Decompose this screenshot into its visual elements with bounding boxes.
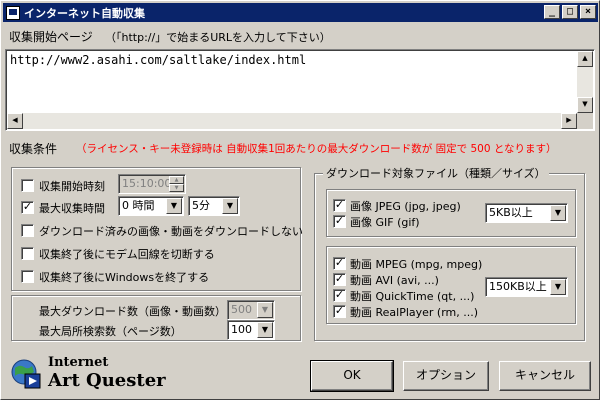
vertical-scrollbar[interactable]: ▲ ▼ <box>577 51 593 113</box>
spin-up-icon[interactable]: ▲ <box>169 176 184 184</box>
scroll-right-icon[interactable]: ▶ <box>561 113 577 129</box>
max-search-select[interactable]: 100 ▼ <box>227 320 275 340</box>
start-page-label: 収集開始ページ <box>9 30 93 44</box>
max-minutes-select[interactable]: 5分 ▼ <box>188 196 240 216</box>
cancel-button[interactable]: キャンセル <box>499 361 591 391</box>
url-textarea[interactable]: http://www2.asahi.com/saltlake/index.htm… <box>5 49 595 131</box>
quicktime-label: 動画 QuickTime (qt, ...) <box>350 290 475 303</box>
chevron-down-icon[interactable]: ▼ <box>257 302 273 318</box>
minimize-button[interactable]: _ <box>544 5 560 19</box>
ok-button[interactable]: OK <box>310 360 394 392</box>
skip-downloaded-checkbox[interactable] <box>21 224 34 237</box>
realplayer-checkbox[interactable]: ✓ <box>333 305 346 318</box>
start-time-value: 15:10:00 <box>122 177 172 190</box>
horizontal-scrollbar[interactable]: ◀ ▶ <box>7 113 577 129</box>
image-size-value: 5KB以上 <box>489 206 533 219</box>
realplayer-label: 動画 RealPlayer (rm, ...) <box>350 306 479 319</box>
skip-downloaded-label: ダウンロード済みの画像・動画をダウンロードしない <box>39 225 303 238</box>
scroll-down-icon[interactable]: ▼ <box>577 97 593 113</box>
window-title: インターネット自動収集 <box>24 6 145 20</box>
jpeg-checkbox[interactable]: ✓ <box>333 199 346 212</box>
file-types-label: ダウンロード対象ファイル（種類／サイズ） <box>323 165 549 181</box>
url-value[interactable]: http://www2.asahi.com/saltlake/index.htm… <box>10 53 306 67</box>
title-bar: インターネット自動収集 _ □ × <box>3 3 598 22</box>
conditions-label: 収集条件 <box>9 142 58 156</box>
close-button[interactable]: × <box>580 5 596 19</box>
chevron-down-icon[interactable]: ▼ <box>257 322 273 338</box>
gif-label: 画像 GIF (gif) <box>350 216 420 229</box>
chevron-down-icon[interactable]: ▼ <box>166 198 182 214</box>
avi-checkbox[interactable]: ✓ <box>333 273 346 286</box>
logo-line1: Internet <box>48 355 109 370</box>
options-button[interactable]: オプション <box>403 361 489 391</box>
max-time-label: 最大収集時間 <box>39 202 105 215</box>
start-time-spinner[interactable]: 15:10:00 ▲ ▼ <box>118 174 186 194</box>
max-download-select[interactable]: 500 ▼ <box>227 300 275 320</box>
gif-checkbox[interactable]: ✓ <box>333 215 346 228</box>
spin-down-icon[interactable]: ▼ <box>169 184 184 192</box>
max-search-value: 100 <box>231 323 252 336</box>
start-time-checkbox[interactable] <box>21 179 34 192</box>
start-page-hint: （「http://」で始まるURLを入力して下さい） <box>105 31 331 44</box>
scroll-up-icon[interactable]: ▲ <box>577 51 593 67</box>
mpeg-checkbox[interactable]: ✓ <box>333 257 346 270</box>
max-hours-value: 0 時間 <box>122 199 155 212</box>
shutdown-windows-checkbox[interactable] <box>21 270 34 283</box>
license-notice: （ライセンス・キー未登録時は 自動収集1回あたりの最大ダウンロード数が 固定で … <box>76 143 557 155</box>
image-size-select[interactable]: 5KB以上 ▼ <box>485 203 568 223</box>
jpeg-label: 画像 JPEG (jpg, jpeg) <box>350 200 461 213</box>
video-size-value: 150KB以上 <box>489 280 547 293</box>
max-download-label: 最大ダウンロード数（画像・動画数） <box>39 305 226 318</box>
avi-label: 動画 AVI (avi, ...) <box>350 274 439 287</box>
max-download-value: 500 <box>231 303 252 316</box>
main-window: インターネット自動収集 _ □ × 収集開始ページ （「http://」で始まる… <box>0 0 600 400</box>
chevron-down-icon[interactable]: ▼ <box>222 198 238 214</box>
scroll-left-icon[interactable]: ◀ <box>7 113 23 129</box>
disconnect-modem-label: 収集終了後にモデム回線を切断する <box>39 248 215 261</box>
art-quester-logo-icon <box>11 359 41 389</box>
start-time-label: 収集開始時刻 <box>39 180 105 193</box>
max-time-checkbox[interactable]: ✓ <box>21 201 34 214</box>
max-hours-select[interactable]: 0 時間 ▼ <box>118 196 184 216</box>
disconnect-modem-checkbox[interactable] <box>21 247 34 260</box>
max-minutes-value: 5分 <box>192 199 210 212</box>
logo-line2: Art Quester <box>48 370 166 391</box>
mpeg-label: 動画 MPEG (mpg, mpeg) <box>350 258 483 271</box>
maximize-button[interactable]: □ <box>562 5 578 19</box>
quicktime-checkbox[interactable]: ✓ <box>333 289 346 302</box>
shutdown-windows-label: 収集終了後にWindowsを終了する <box>39 271 210 284</box>
video-size-select[interactable]: 150KB以上 ▼ <box>485 277 568 297</box>
scroll-corner <box>577 113 593 129</box>
chevron-down-icon[interactable]: ▼ <box>550 205 566 221</box>
app-window-icon <box>6 5 20 20</box>
chevron-down-icon[interactable]: ▼ <box>550 279 566 295</box>
max-search-label: 最大局所検索数（ページ数） <box>39 325 182 338</box>
